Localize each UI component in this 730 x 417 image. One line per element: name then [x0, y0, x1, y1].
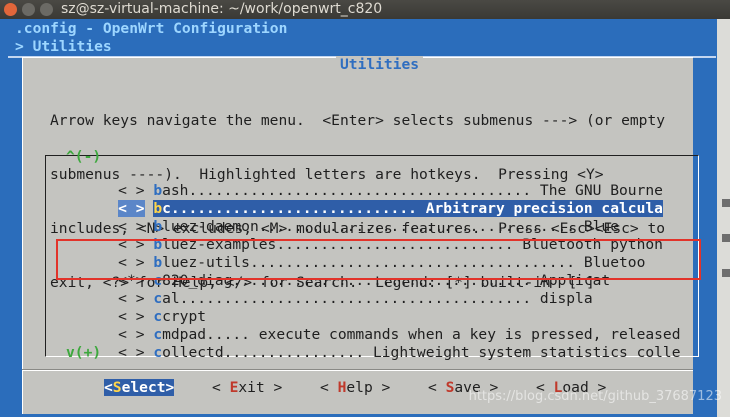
button-label: elect> — [121, 379, 175, 396]
window-title: sz@sz-virtual-machine: ~/work/openwrt_c8… — [61, 1, 383, 17]
menu-item-bc[interactable]: < > bc............................ Arbit… — [83, 182, 663, 217]
window-maximize-icon[interactable] — [40, 3, 53, 16]
exit-button[interactable]: < Exit > — [212, 379, 282, 396]
watermark: https://blog.csdn.net/github_37687123 — [468, 389, 722, 404]
menu-item-label: al......................................… — [162, 290, 593, 307]
scroll-up-indicator: ^(-) — [66, 148, 102, 165]
window-titlebar: sz@sz-virtual-machine: ~/work/openwrt_c8… — [0, 0, 730, 19]
window-close-icon[interactable] — [4, 3, 17, 16]
menu-item-hotkey: c — [153, 344, 163, 361]
button-hotkey: S — [112, 379, 122, 396]
button-bracket: < — [320, 379, 338, 396]
button-bracket: < — [104, 379, 113, 396]
button-bracket: < — [212, 379, 230, 396]
scroll-down-indicator: v(+) — [66, 344, 102, 361]
scrollbar-mark — [722, 269, 730, 277]
menu-item-bluez-daemon[interactable]: < > bluez-daemon........................… — [83, 200, 619, 235]
menu-item-checkbox: < > — [118, 344, 145, 361]
menu-item-cmdpad[interactable]: < > cmdpad..... execute commands when a … — [83, 308, 680, 343]
breadcrumb: > Utilities — [15, 38, 112, 55]
button-bracket: < — [428, 379, 446, 396]
button-label: xit > — [238, 379, 283, 396]
terminal-scrollbar[interactable] — [717, 19, 730, 417]
menu-item-bash[interactable]: < > bash................................… — [83, 164, 663, 199]
config-header: .config - OpenWrt Configuration — [15, 20, 288, 37]
button-label: elp > — [346, 379, 391, 396]
help-line: Arrow keys navigate the menu. <Enter> se… — [50, 112, 666, 129]
menu-item-label: ollectd................ Lightweight syst… — [162, 344, 681, 361]
highlight-annotation-box — [56, 239, 701, 280]
help-button[interactable]: < Help > — [320, 379, 390, 396]
utilities-dialog: Utilities Arrow keys navigate the menu. … — [22, 56, 699, 414]
button-separator — [22, 369, 693, 370]
scrollbar-mark — [722, 234, 730, 242]
scrollbar-mark — [722, 199, 730, 207]
window-minimize-icon[interactable] — [22, 3, 35, 16]
menu-item-ccrypt[interactable]: < > ccrypt — [83, 290, 206, 325]
menu-item-bluez-examples[interactable]: < > bluez-examples......................… — [83, 218, 663, 253]
menu-item-collectd[interactable]: < > collectd................ Lightweight… — [83, 326, 680, 361]
dialog-title: Utilities — [336, 56, 424, 73]
select-button[interactable]: <Select> — [104, 379, 175, 396]
